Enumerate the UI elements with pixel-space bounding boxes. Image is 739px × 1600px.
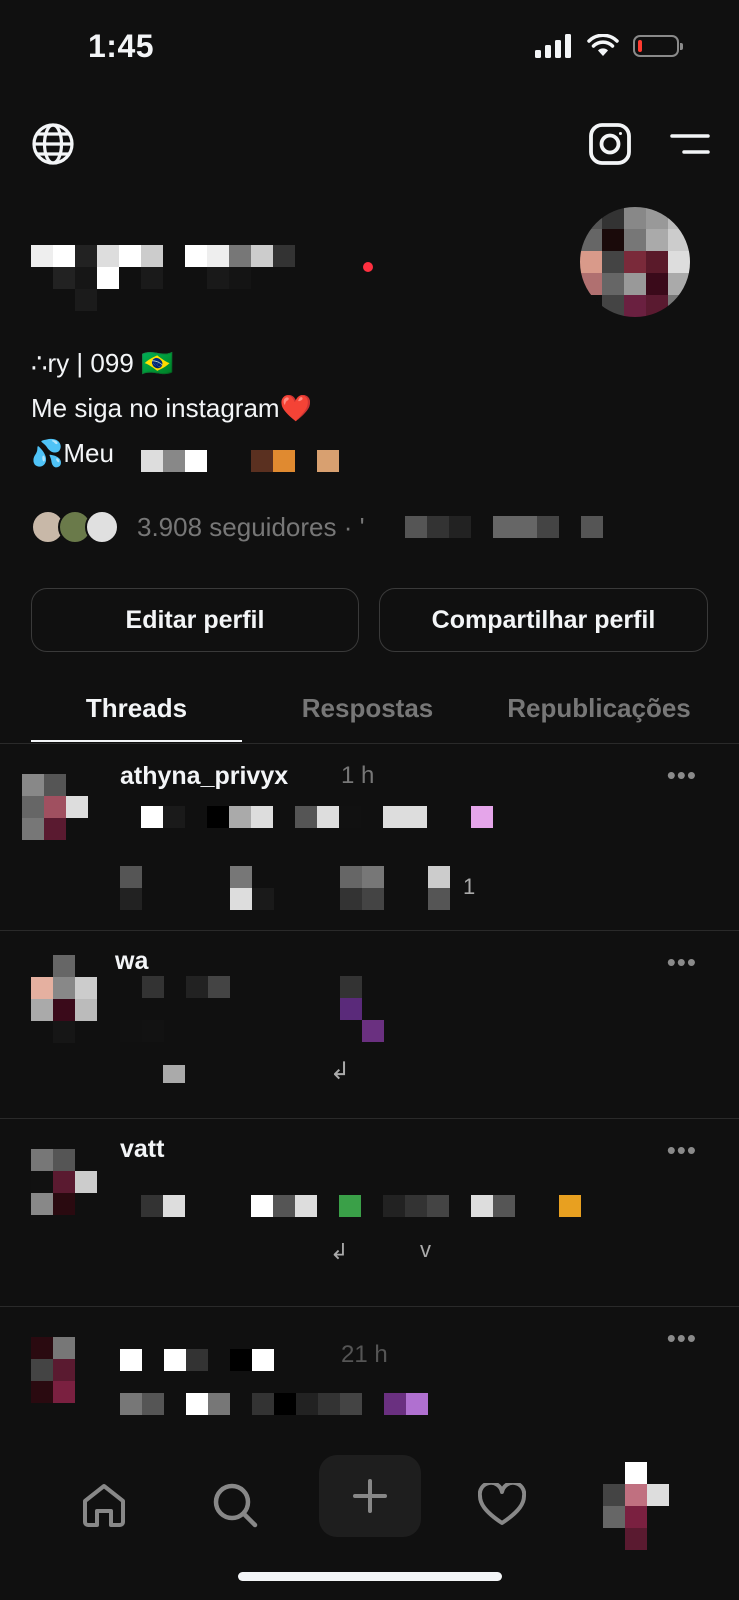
post-username[interactable]: vatt — [120, 1135, 164, 1164]
status-time: 1:45 — [88, 28, 155, 64]
post-text-redacted — [141, 806, 493, 828]
post-like-count: 1 — [463, 874, 476, 899]
more-options-icon[interactable]: ••• — [667, 1323, 697, 1354]
plus-icon — [353, 1479, 387, 1513]
thread-post[interactable]: vatt ••• ↲ v — [0, 1119, 739, 1305]
thread-post[interactable]: 21 h ••• — [0, 1307, 739, 1440]
follower-avatar — [85, 510, 119, 544]
post-avatar[interactable] — [31, 955, 97, 1043]
post-actions-redacted — [120, 866, 450, 910]
more-options-icon[interactable]: ••• — [667, 760, 697, 791]
menu-icon[interactable] — [668, 124, 712, 164]
status-icons — [535, 34, 683, 58]
tab-threads[interactable]: Threads — [31, 693, 242, 724]
thread-post[interactable]: athyna_privyx 1 h ••• 1 — [0, 744, 739, 930]
wifi-icon — [587, 34, 619, 56]
post-avatar[interactable] — [31, 1337, 97, 1403]
edit-profile-button[interactable]: Editar perfil — [31, 588, 359, 652]
post-avatar[interactable] — [31, 1149, 97, 1215]
home-icon[interactable] — [69, 1470, 139, 1540]
bio-line-3: 💦Meu — [31, 438, 114, 468]
home-indicator[interactable] — [238, 1572, 502, 1581]
more-options-icon[interactable]: ••• — [667, 947, 697, 978]
chevron-down-icon: v — [420, 1237, 431, 1262]
active-tab-indicator — [31, 740, 242, 742]
instagram-icon[interactable] — [586, 120, 634, 168]
tab-respostas[interactable]: Respostas — [262, 693, 473, 724]
red-dot-icon — [363, 262, 373, 272]
post-text-redacted — [141, 1195, 581, 1217]
post-username-redacted — [120, 1349, 318, 1371]
thread-post[interactable]: wa ••• ↲ — [0, 931, 739, 1117]
bio-line-3-redacted — [141, 450, 339, 472]
search-icon[interactable] — [200, 1470, 270, 1540]
heart-icon[interactable] — [467, 1470, 537, 1540]
more-options-icon[interactable]: ••• — [667, 1135, 697, 1166]
post-username[interactable]: athyna_privyx — [120, 762, 288, 791]
compose-button[interactable] — [319, 1455, 421, 1537]
reply-icon[interactable]: ↲ — [330, 1239, 348, 1265]
followers-link-redacted — [405, 516, 603, 538]
post-time: 21 h — [341, 1341, 388, 1368]
post-avatar[interactable] — [22, 774, 110, 840]
followers-count[interactable]: 3.908 seguidores · ' — [137, 512, 365, 543]
profile-name-redacted — [31, 245, 295, 311]
avatar[interactable] — [603, 1462, 669, 1550]
post-text-redacted — [120, 976, 384, 1042]
cellular-signal-icon — [535, 34, 571, 58]
bio-line-1: ∴ry | 099 🇧🇷 — [31, 348, 174, 378]
profile-avatar[interactable] — [580, 207, 690, 317]
post-action-redacted — [163, 1065, 185, 1083]
globe-icon[interactable] — [29, 120, 77, 168]
post-username[interactable]: wa — [115, 947, 148, 976]
bio-line-2: Me siga no instagram❤️ — [31, 393, 312, 423]
reply-icon[interactable]: ↲ — [330, 1057, 350, 1086]
battery-icon — [633, 35, 683, 57]
post-text-redacted — [120, 1393, 428, 1415]
tab-republicacoes[interactable]: Republicações — [484, 693, 714, 724]
post-time: 1 h — [341, 762, 375, 789]
share-profile-button[interactable]: Compartilhar perfil — [379, 588, 708, 652]
